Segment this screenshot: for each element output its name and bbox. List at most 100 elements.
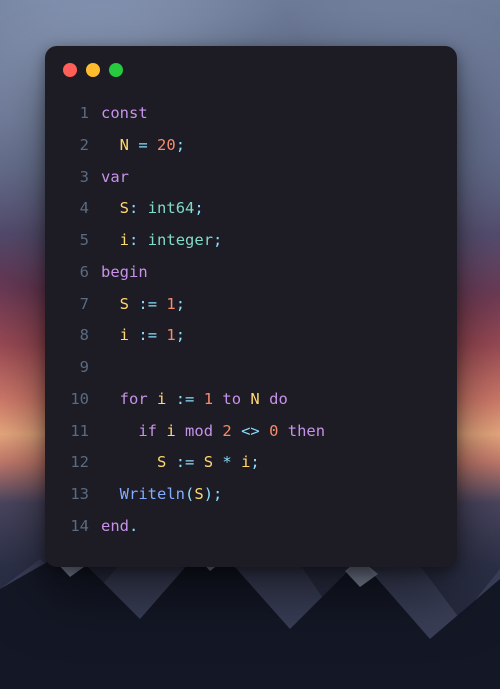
token-pl bbox=[101, 295, 120, 313]
token-id: S bbox=[157, 453, 166, 471]
code-line[interactable]: 13 Writeln(S); bbox=[59, 479, 439, 511]
token-pl bbox=[260, 422, 269, 440]
window-zoom-button[interactable] bbox=[109, 63, 123, 77]
line-number: 12 bbox=[59, 447, 89, 479]
token-id: S bbox=[194, 485, 203, 503]
token-pl bbox=[101, 422, 138, 440]
code-line[interactable]: 5 i: integer; bbox=[59, 225, 439, 257]
token-kw: var bbox=[101, 168, 129, 186]
token-op: ; bbox=[176, 326, 185, 344]
code-line[interactable]: 8 i := 1; bbox=[59, 320, 439, 352]
code-line[interactable]: 10 for i := 1 to N do bbox=[59, 384, 439, 416]
token-op: * bbox=[222, 453, 231, 471]
code-text[interactable]: for i := 1 to N do bbox=[101, 384, 439, 416]
token-num: 1 bbox=[166, 326, 175, 344]
token-id: i bbox=[157, 390, 166, 408]
code-text[interactable]: end. bbox=[101, 511, 439, 543]
token-id: N bbox=[250, 390, 259, 408]
window-minimize-button[interactable] bbox=[86, 63, 100, 77]
token-op: ( bbox=[185, 485, 194, 503]
token-pl bbox=[101, 485, 120, 503]
token-pl bbox=[148, 136, 157, 154]
token-op: ; bbox=[176, 136, 185, 154]
code-line[interactable]: 7 S := 1; bbox=[59, 289, 439, 321]
token-op: ; bbox=[213, 485, 222, 503]
code-text[interactable]: i := 1; bbox=[101, 320, 439, 352]
line-number: 4 bbox=[59, 193, 89, 225]
token-id: i bbox=[120, 326, 129, 344]
code-text[interactable]: var bbox=[101, 162, 439, 194]
token-pl bbox=[101, 199, 120, 217]
code-line[interactable]: 3 var bbox=[59, 162, 439, 194]
code-text[interactable]: i: integer; bbox=[101, 225, 439, 257]
code-line[interactable]: 2 N = 20; bbox=[59, 130, 439, 162]
token-id: N bbox=[120, 136, 129, 154]
code-line[interactable]: 1 const bbox=[59, 98, 439, 130]
token-pl bbox=[166, 453, 175, 471]
token-pl bbox=[101, 136, 120, 154]
token-pl bbox=[260, 390, 269, 408]
code-text[interactable]: begin bbox=[101, 257, 439, 289]
window-close-button[interactable] bbox=[63, 63, 77, 77]
token-id: S bbox=[120, 199, 129, 217]
token-num: 1 bbox=[204, 390, 213, 408]
token-pl bbox=[176, 422, 185, 440]
line-number: 11 bbox=[59, 416, 89, 448]
code-text[interactable] bbox=[101, 352, 439, 384]
code-line[interactable]: 9 bbox=[59, 352, 439, 384]
token-op: . bbox=[129, 517, 138, 535]
code-text[interactable]: N = 20; bbox=[101, 130, 439, 162]
window-titlebar[interactable] bbox=[45, 46, 457, 94]
token-pl bbox=[138, 199, 147, 217]
token-op: := bbox=[176, 453, 195, 471]
token-pl bbox=[129, 326, 138, 344]
line-number: 3 bbox=[59, 162, 89, 194]
line-number: 7 bbox=[59, 289, 89, 321]
token-op: := bbox=[176, 390, 195, 408]
token-kw: do bbox=[269, 390, 288, 408]
token-op: := bbox=[138, 326, 157, 344]
code-line[interactable]: 11 if i mod 2 <> 0 then bbox=[59, 416, 439, 448]
token-op: : bbox=[129, 231, 138, 249]
line-number: 14 bbox=[59, 511, 89, 543]
code-text[interactable]: S := 1; bbox=[101, 289, 439, 321]
token-pl bbox=[232, 453, 241, 471]
code-window: 1const2 N = 20;3var4 S: int64;5 i: integ… bbox=[45, 46, 457, 567]
code-line[interactable]: 12 S := S * i; bbox=[59, 447, 439, 479]
code-line[interactable]: 4 S: int64; bbox=[59, 193, 439, 225]
code-editor[interactable]: 1const2 N = 20;3var4 S: int64;5 i: integ… bbox=[45, 94, 457, 543]
code-text[interactable]: if i mod 2 <> 0 then bbox=[101, 416, 439, 448]
code-text[interactable]: S := S * i; bbox=[101, 447, 439, 479]
token-kw: then bbox=[288, 422, 325, 440]
token-pl bbox=[232, 422, 241, 440]
token-num: 20 bbox=[157, 136, 176, 154]
token-pl bbox=[157, 422, 166, 440]
token-pl bbox=[278, 422, 287, 440]
token-op: = bbox=[138, 136, 147, 154]
token-kw: mod bbox=[185, 422, 213, 440]
token-kw: end bbox=[101, 517, 129, 535]
token-pl bbox=[194, 390, 203, 408]
token-kw: begin bbox=[101, 263, 148, 281]
code-text[interactable]: S: int64; bbox=[101, 193, 439, 225]
token-pl bbox=[157, 326, 166, 344]
line-number: 9 bbox=[59, 352, 89, 384]
token-kw: if bbox=[138, 422, 157, 440]
token-pl bbox=[213, 453, 222, 471]
code-line[interactable]: 14 end. bbox=[59, 511, 439, 543]
line-number: 1 bbox=[59, 98, 89, 130]
token-pl bbox=[129, 295, 138, 313]
code-text[interactable]: Writeln(S); bbox=[101, 479, 439, 511]
token-op: : bbox=[129, 199, 138, 217]
token-fn: Writeln bbox=[120, 485, 185, 503]
line-number: 6 bbox=[59, 257, 89, 289]
token-num: 2 bbox=[222, 422, 231, 440]
token-kw: const bbox=[101, 104, 148, 122]
token-pl bbox=[148, 390, 157, 408]
line-number: 8 bbox=[59, 320, 89, 352]
token-ty: integer bbox=[148, 231, 213, 249]
code-line[interactable]: 6 begin bbox=[59, 257, 439, 289]
code-text[interactable]: const bbox=[101, 98, 439, 130]
token-id: S bbox=[120, 295, 129, 313]
token-pl bbox=[166, 390, 175, 408]
